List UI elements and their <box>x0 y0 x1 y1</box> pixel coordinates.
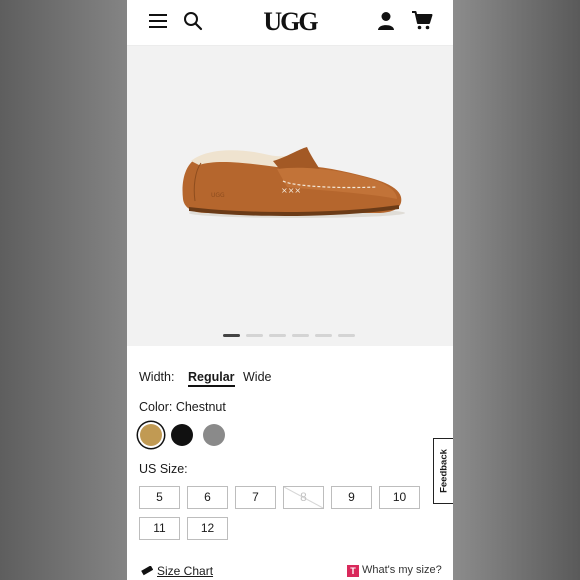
svg-text:×××: ××× <box>281 186 301 195</box>
gallery-dot-6[interactable] <box>338 334 355 337</box>
background-right <box>453 0 580 580</box>
hamburger-icon[interactable] <box>149 13 167 29</box>
slipper-product-image: ××× UGG <box>182 147 405 218</box>
swatch-black[interactable] <box>171 424 193 446</box>
ruler-icon <box>141 565 154 576</box>
size-button-6[interactable]: 6 <box>187 486 228 509</box>
gallery-dot-4[interactable] <box>292 334 309 337</box>
color-label: Color: Chestnut <box>139 400 226 414</box>
feedback-label: Feedback <box>438 449 449 493</box>
true-fit-badge-icon: T <box>347 565 359 577</box>
product-image-gallery[interactable]: ××× UGG <box>127 46 453 346</box>
gallery-dot-3[interactable] <box>269 334 286 337</box>
user-icon[interactable] <box>377 11 395 31</box>
size-button-11[interactable]: 11 <box>139 517 180 540</box>
width-option-wide[interactable]: Wide <box>243 370 271 384</box>
swatch-chestnut[interactable] <box>140 424 162 446</box>
size-button-12[interactable]: 12 <box>187 517 228 540</box>
size-button-9[interactable]: 9 <box>331 486 372 509</box>
size-button-8-unavailable[interactable]: 8 <box>283 486 324 509</box>
swatch-grey[interactable] <box>203 424 225 446</box>
size-button-7[interactable]: 7 <box>235 486 276 509</box>
size-chart-link[interactable]: Size Chart <box>141 564 213 578</box>
gallery-pagination <box>223 334 363 338</box>
size-chart-label: Size Chart <box>157 564 214 578</box>
gallery-dot-5[interactable] <box>315 334 332 337</box>
site-header: UGG <box>127 0 453 46</box>
whats-my-size-label: What's my size? <box>362 564 442 576</box>
gallery-dot-2[interactable] <box>246 334 263 337</box>
size-label: US Size: <box>139 462 188 476</box>
cart-icon[interactable] <box>411 10 433 31</box>
width-option-regular[interactable]: Regular <box>188 370 235 387</box>
width-label: Width: <box>139 370 175 384</box>
svg-text:UGG: UGG <box>211 192 225 199</box>
size-button-5[interactable]: 5 <box>139 486 180 509</box>
phone-screen: UGG ××× UGG Width: Regular Wide Color: C… <box>127 0 453 580</box>
background-left <box>0 0 127 580</box>
feedback-tab[interactable]: Feedback <box>433 438 453 504</box>
size-button-10[interactable]: 10 <box>379 486 420 509</box>
ugg-logo[interactable]: UGG <box>257 7 323 37</box>
search-icon[interactable] <box>183 11 203 31</box>
gallery-dot-1[interactable] <box>223 334 240 337</box>
whats-my-size-link[interactable]: T What's my size? <box>347 564 442 577</box>
